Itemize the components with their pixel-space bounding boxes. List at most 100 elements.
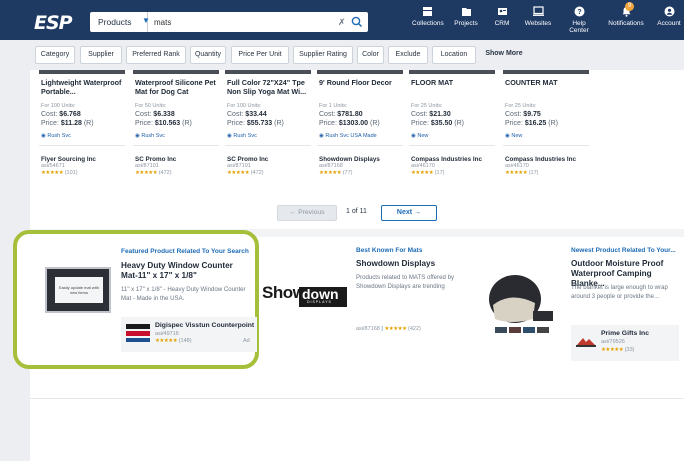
nav-help-center[interactable]: ? Help Center bbox=[562, 6, 596, 36]
filter-supplier[interactable]: Supplier bbox=[80, 46, 122, 64]
price-value: $16.25 bbox=[524, 120, 547, 127]
rating-count: (148) bbox=[178, 338, 192, 344]
price-suffix: (R) bbox=[370, 120, 380, 127]
previous-page-button[interactable]: ← Previous bbox=[277, 205, 337, 221]
price-label: Price: bbox=[227, 120, 245, 127]
filter-location[interactable]: Location bbox=[432, 46, 476, 64]
product-units: For 25 Units: bbox=[505, 103, 537, 109]
nav-projects[interactable]: Projects bbox=[452, 6, 480, 36]
product-name[interactable]: 9' Round Floor Decor bbox=[319, 78, 403, 87]
showdown-displays-logo[interactable]: Show down DISPLAYS bbox=[259, 283, 347, 309]
featured-product-name[interactable]: Heavy Duty Window Counter Mat-11" x 17" … bbox=[121, 261, 251, 281]
supplier-name[interactable]: Compass Industries Inc bbox=[505, 156, 576, 163]
product-name[interactable]: Full Color 72"X24" Tpe Non Slip Yoga Mat… bbox=[227, 78, 311, 96]
supplier-name[interactable]: SC Promo Inc bbox=[135, 156, 176, 163]
nav-websites[interactable]: Websites bbox=[524, 6, 552, 36]
nav-collections[interactable]: Collections bbox=[412, 6, 444, 36]
empty-content-area bbox=[30, 398, 684, 461]
user-icon bbox=[664, 6, 674, 17]
filter-preferred-rank[interactable]: Preferred Rank bbox=[126, 46, 186, 64]
price-value: $35.50 bbox=[430, 120, 453, 127]
price-suffix: (R) bbox=[83, 120, 94, 127]
divider bbox=[503, 145, 589, 146]
rating-count: (17) bbox=[434, 170, 445, 176]
product-image-strip bbox=[133, 70, 219, 74]
esp-logo[interactable]: ESP bbox=[34, 12, 73, 34]
filter-category[interactable]: Category bbox=[35, 46, 75, 64]
product-card[interactable]: FLOOR MAT For 25 Units: Cost: $21.30 Pri… bbox=[409, 70, 495, 196]
supplier-name[interactable]: Flyer Sourcing Inc bbox=[41, 156, 96, 163]
product-units: For 100 Units: bbox=[41, 103, 76, 109]
filter-price-per-unit[interactable]: Price Per Unit bbox=[231, 46, 289, 64]
product-card[interactable]: Lightweight Waterproof Portable... For 1… bbox=[39, 70, 125, 196]
rating-stars: ★★★★★ bbox=[411, 170, 434, 176]
best-known-supplier[interactable]: Showdown Displays bbox=[356, 259, 461, 269]
rating-stars: ★★★★★ bbox=[319, 170, 342, 176]
filter-exclude[interactable]: Exclude bbox=[388, 46, 428, 64]
supplier-name[interactable]: Digispec Visstun Counterpoint bbox=[155, 322, 254, 329]
search-category-select[interactable]: Products bbox=[90, 12, 148, 32]
supplier-name[interactable]: SC Promo Inc bbox=[227, 156, 268, 163]
filter-supplier-rating[interactable]: Supplier Rating bbox=[293, 46, 353, 64]
clear-search-icon[interactable]: ✗ bbox=[338, 17, 346, 28]
best-known-card[interactable]: Show down DISPLAYS Best Known For Mats S… bbox=[256, 237, 461, 346]
chevron-down-icon[interactable]: ▼ bbox=[142, 16, 150, 25]
top-navigation-bar: ESP Products ▼ ✗ Collections Projects CR… bbox=[0, 0, 684, 40]
rating-count: (17) bbox=[528, 170, 539, 176]
supplier-name[interactable]: Prime Gifts Inc bbox=[601, 330, 649, 337]
nav-account[interactable]: Account bbox=[654, 6, 684, 36]
filter-color[interactable]: Color bbox=[357, 46, 384, 64]
cost-value: $6.338 bbox=[153, 111, 175, 118]
folder-icon bbox=[461, 8, 471, 16]
product-name[interactable]: Waterproof Silicone Pet Mat for Dog Cat bbox=[135, 78, 219, 96]
product-name[interactable]: Lightweight Waterproof Portable... bbox=[41, 78, 125, 96]
product-image-strip bbox=[39, 70, 125, 74]
supplier-asi: asi/46170 bbox=[505, 163, 529, 169]
pagination: ← Previous 1 of 11 Next → bbox=[0, 205, 684, 227]
rush-service-icon: ◉ bbox=[41, 133, 46, 139]
supplier-asi: asi/54671 bbox=[41, 163, 65, 169]
filter-show-more[interactable]: Show More bbox=[480, 46, 528, 64]
product-card[interactable]: Waterproof Silicone Pet Mat for Dog Cat … bbox=[133, 70, 219, 196]
featured-product-card[interactable]: Easily update mat with new items Feature… bbox=[13, 230, 259, 369]
product-name[interactable]: COUNTER MAT bbox=[505, 78, 589, 87]
cost-label: Cost: bbox=[227, 111, 244, 118]
badge-text: Rush Svc bbox=[233, 133, 257, 139]
product-card[interactable]: Full Color 72"X24" Tpe Non Slip Yoga Mat… bbox=[225, 70, 311, 196]
digispec-logo bbox=[126, 324, 150, 342]
search-input[interactable] bbox=[154, 14, 314, 30]
supplier-name[interactable]: Showdown Displays bbox=[319, 156, 380, 163]
divider bbox=[409, 145, 495, 146]
search-icon[interactable] bbox=[350, 15, 364, 29]
nav-crm[interactable]: CRM bbox=[494, 6, 510, 36]
prime-gifts-logo bbox=[576, 338, 596, 347]
product-units: For 100 Units: bbox=[227, 103, 262, 109]
featured-supplier-box[interactable]: Digispec Visstun Counterpoint asi/49716 … bbox=[121, 317, 257, 352]
filter-quantity[interactable]: Quantity bbox=[190, 46, 226, 64]
supplier-rating: ★★★★★ (101) bbox=[41, 170, 78, 176]
supplier-asi: asi/87168 bbox=[356, 326, 380, 332]
divider bbox=[225, 145, 311, 146]
previous-label: Previous bbox=[298, 209, 325, 216]
next-label: Next bbox=[396, 209, 413, 216]
newest-supplier-box[interactable]: Prime Gifts Inc asi/79526 ★★★★★ (33) bbox=[571, 325, 679, 361]
product-name[interactable]: FLOOR MAT bbox=[411, 78, 495, 87]
product-cost: Cost: $6.768 bbox=[41, 111, 81, 118]
product-price: Price: $16.25 (R) bbox=[505, 120, 558, 127]
next-page-button[interactable]: Next → bbox=[381, 205, 437, 221]
product-cost: Cost: $21.30 bbox=[411, 111, 451, 118]
collections-icon bbox=[422, 7, 432, 16]
product-price: Price: $1303.00 (R) bbox=[319, 120, 380, 127]
new-badge-icon: ◉ bbox=[505, 133, 510, 139]
price-label: Price: bbox=[505, 120, 523, 127]
product-card[interactable]: 9' Round Floor Decor For 1 Units: Cost: … bbox=[317, 70, 403, 196]
separator: | bbox=[381, 326, 383, 332]
product-units: For 1 Units: bbox=[319, 103, 348, 109]
newest-product-card[interactable]: Newest Product Related To Your... Outdoo… bbox=[467, 237, 684, 367]
supplier-name[interactable]: Compass Industries Inc bbox=[411, 156, 482, 163]
product-card[interactable]: COUNTER MAT For 25 Units: Cost: $9.75 Pr… bbox=[503, 70, 589, 196]
nav-notifications[interactable]: 9 Notifications bbox=[607, 2, 645, 36]
product-cost: Cost: $9.75 bbox=[505, 111, 541, 118]
newest-product-desc: The blanket is large enough to wrap arou… bbox=[571, 284, 668, 300]
badge-text: Rush Svc USA Made bbox=[325, 133, 377, 139]
